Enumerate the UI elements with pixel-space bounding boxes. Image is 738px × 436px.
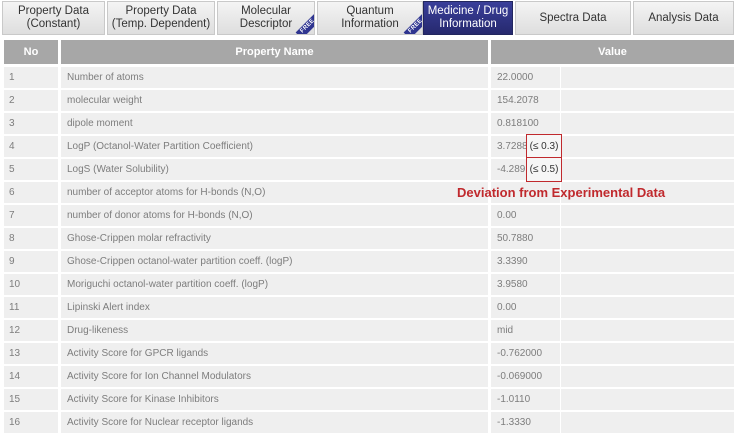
property-value: 3.9580 (491, 274, 560, 295)
tab-label-line1: Property Data (18, 5, 89, 17)
column-header-no: No (4, 40, 58, 64)
tab-property-data-constant[interactable]: Property Data (Constant) (2, 1, 105, 35)
value-extra-cell (561, 297, 734, 318)
tab-label-line1: Property Data (125, 5, 197, 17)
tab-label-line1: Molecular (241, 5, 291, 17)
value-extra-cell (561, 251, 734, 272)
row-number: 4 (4, 136, 58, 157)
value-extra-cell (561, 136, 734, 157)
property-value: 0.00 (491, 297, 560, 318)
row-number: 8 (4, 228, 58, 249)
property-value: 0.818100 (491, 113, 560, 134)
free-badge: FREE (403, 14, 422, 34)
property-value: -0.069000 (491, 366, 560, 387)
property-name: molecular weight (61, 90, 488, 111)
row-number: 10 (4, 274, 58, 295)
property-name: dipole moment (61, 113, 488, 134)
property-value: 22.0000 (491, 67, 560, 88)
tab-label-line1: Analysis Data (648, 11, 719, 24)
tab-bar: Property Data (Constant) Property Data (Tem… (2, 1, 736, 37)
tab-spectra-data[interactable]: Spectra Data (515, 1, 631, 35)
property-name: Ghose-Crippen octanol-water partition co… (61, 251, 488, 272)
property-name: Activity Score for GPCR ligands (61, 343, 488, 364)
value-extra-cell (561, 320, 734, 341)
property-value: 0.00 (491, 205, 560, 226)
property-name: number of acceptor atoms for H-bonds (N,… (61, 182, 488, 203)
property-value: -0.762000 (491, 343, 560, 364)
row-number: 15 (4, 389, 58, 410)
property-name: Activity Score for Nuclear receptor liga… (61, 412, 488, 433)
tab-property-data-temp-dependent[interactable]: Property Data (Temp. Dependent) (107, 1, 215, 35)
row-number: 13 (4, 343, 58, 364)
row-number: 7 (4, 205, 58, 226)
property-name: Lipinski Alert index (61, 297, 488, 318)
value-extra-cell (561, 90, 734, 111)
tab-label-line1: Spectra Data (539, 11, 607, 24)
tab-label-line1: Quantum (346, 5, 394, 17)
property-value: -1.3330 (491, 412, 560, 433)
column-header-value: Value (491, 40, 734, 64)
logp-deviation-box: (≤ 0.3) (526, 134, 562, 159)
row-number: 12 (4, 320, 58, 341)
property-value: 50.7880 (491, 228, 560, 249)
tab-molecular-descriptor[interactable]: Molecular Descriptor FREE (217, 1, 315, 35)
property-name: LogP (Octanol-Water Partition Coefficien… (61, 136, 488, 157)
value-extra-cell (561, 205, 734, 226)
row-number: 2 (4, 90, 58, 111)
row-number: 5 (4, 159, 58, 180)
row-number: 11 (4, 297, 58, 318)
property-value: 154.2078 (491, 90, 560, 111)
value-extra-cell (561, 412, 734, 433)
row-number: 3 (4, 113, 58, 134)
value-extra-cell (561, 274, 734, 295)
property-name: Moriguchi octanol-water partition coeff.… (61, 274, 488, 295)
property-name: Number of atoms (61, 67, 488, 88)
value-extra-cell (561, 389, 734, 410)
property-name: Activity Score for Ion Channel Modulator… (61, 366, 488, 387)
tab-medicine-drug-information[interactable]: Medicine / Drug Information (423, 1, 513, 35)
property-name: number of donor atoms for H-bonds (N,O) (61, 205, 488, 226)
property-value: 3.3390 (491, 251, 560, 272)
value-extra-cell (561, 228, 734, 249)
tab-label-line2: (Constant) (26, 18, 81, 30)
row-number: 6 (4, 182, 58, 203)
row-number: 1 (4, 67, 58, 88)
tab-label-line1: Medicine / Drug (427, 5, 509, 17)
deviation-annotation-label: Deviation from Experimental Data (457, 185, 666, 200)
tab-label-line2: Information (341, 18, 399, 30)
value-extra-cell (561, 113, 734, 134)
property-name: Ghose-Crippen molar refractivity (61, 228, 488, 249)
tab-label-line2: Descriptor (239, 18, 293, 30)
free-badge: FREE (295, 14, 314, 34)
tab-analysis-data[interactable]: Analysis Data (633, 1, 734, 35)
value-extra-cell (561, 159, 734, 180)
row-number: 9 (4, 251, 58, 272)
value-extra-cell (561, 366, 734, 387)
property-value: mid (491, 320, 560, 341)
tab-label-line2: Information (439, 18, 497, 30)
property-name: Drug-likeness (61, 320, 488, 341)
property-value: -1.0110 (491, 389, 560, 410)
tab-quantum-information[interactable]: Quantum Information FREE (317, 1, 423, 35)
property-name: Activity Score for Kinase Inhibitors (61, 389, 488, 410)
column-header-property-name: Property Name (61, 40, 488, 64)
property-name: LogS (Water Solubility) (61, 159, 488, 180)
row-number: 14 (4, 366, 58, 387)
logs-deviation-box: (≤ 0.5) (526, 157, 562, 182)
tab-label-line2: (Temp. Dependent) (111, 18, 211, 30)
value-extra-cell (561, 343, 734, 364)
value-extra-cell (561, 67, 734, 88)
row-number: 16 (4, 412, 58, 433)
